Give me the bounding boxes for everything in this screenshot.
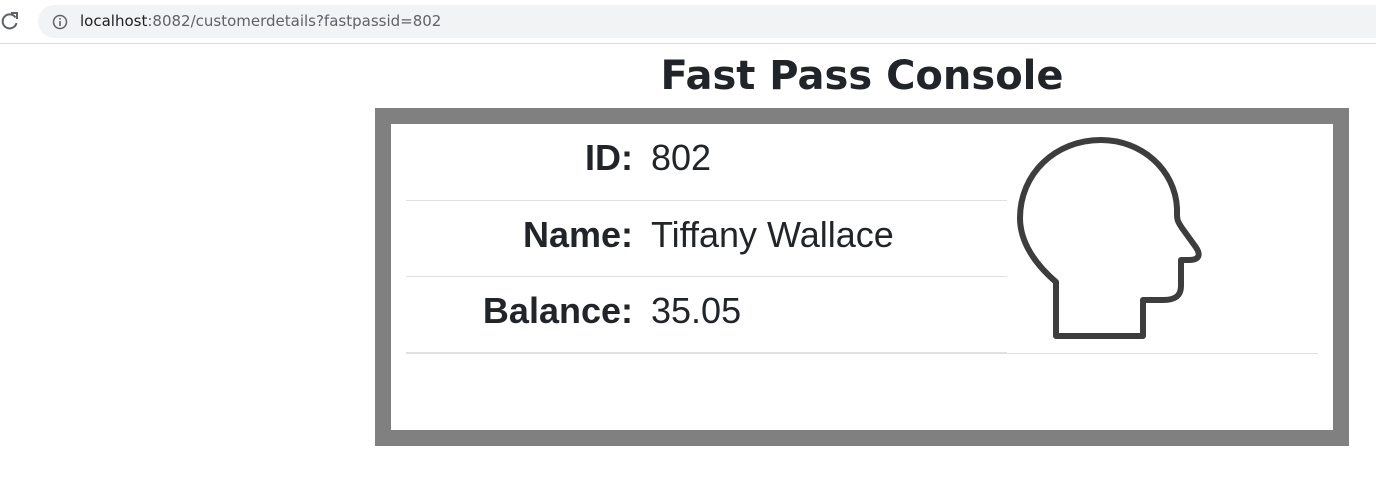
info-row-name: Name: Tiffany Wallace bbox=[406, 201, 1007, 277]
address-bar[interactable]: localhost:8082/customerdetails?fastpassi… bbox=[38, 5, 1376, 38]
balance-value: 35.05 bbox=[651, 290, 742, 331]
id-label: ID: bbox=[585, 137, 633, 178]
head-profile-icon bbox=[1017, 136, 1207, 342]
info-row-balance: Balance: 35.05 bbox=[406, 277, 1007, 353]
id-value: 802 bbox=[651, 137, 712, 178]
customer-card-body: ID: 802 Name: Tiffany Wallace Balance: 3… bbox=[391, 124, 1333, 430]
reload-icon[interactable] bbox=[0, 10, 20, 32]
card-divider bbox=[406, 353, 1318, 354]
name-label: Name: bbox=[522, 214, 633, 255]
info-icon[interactable] bbox=[52, 14, 68, 30]
customer-info-table: ID: 802 Name: Tiffany Wallace Balance: 3… bbox=[406, 124, 1007, 353]
page-title: Fast Pass Console bbox=[660, 53, 1064, 99]
name-value: Tiffany Wallace bbox=[651, 214, 894, 255]
url-text[interactable]: localhost:8082/customerdetails?fastpassi… bbox=[80, 12, 441, 31]
info-row-id: ID: 802 bbox=[406, 124, 1007, 201]
url-path: :8082/customerdetails?fastpassid=802 bbox=[147, 12, 442, 30]
balance-label: Balance: bbox=[482, 290, 633, 331]
customer-card: ID: 802 Name: Tiffany Wallace Balance: 3… bbox=[375, 108, 1349, 446]
url-host: localhost bbox=[80, 12, 148, 30]
browser-toolbar: localhost:8082/customerdetails?fastpassi… bbox=[0, 0, 1376, 44]
